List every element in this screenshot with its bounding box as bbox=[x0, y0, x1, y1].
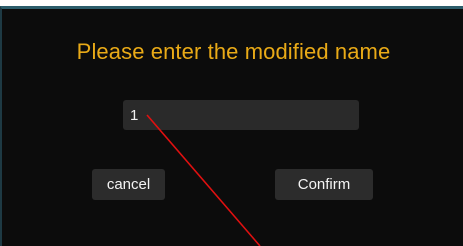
dialog-title: Please enter the modified name bbox=[76, 39, 391, 64]
cancel-button[interactable]: cancel bbox=[92, 169, 165, 200]
screenshot-stage: Please enter the modified name cancel Co… bbox=[0, 0, 463, 246]
name-input[interactable] bbox=[123, 100, 359, 130]
confirm-button[interactable]: Confirm bbox=[275, 169, 373, 200]
rename-dialog: Please enter the modified name cancel Co… bbox=[0, 6, 463, 246]
